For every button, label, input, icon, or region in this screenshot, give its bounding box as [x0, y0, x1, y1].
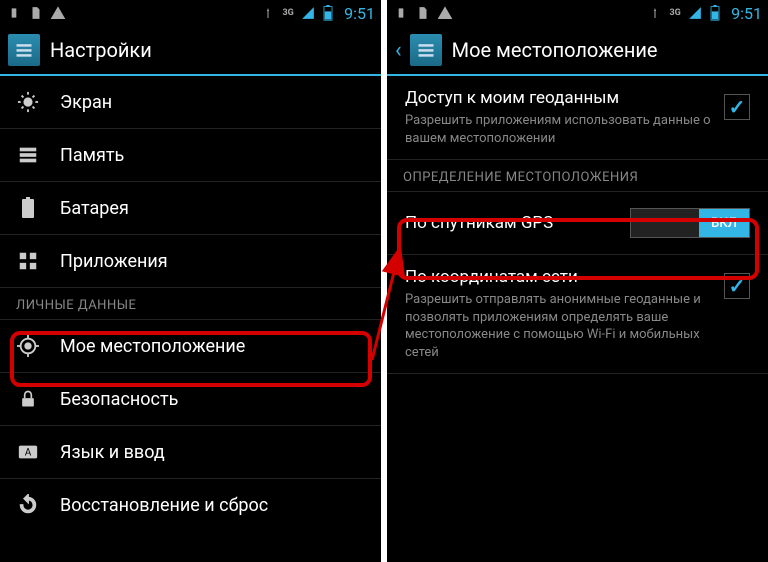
- checkbox-net[interactable]: ✓: [724, 273, 750, 299]
- status-bar: 3G 9:51: [0, 0, 381, 26]
- item-desc: Разрешить приложениям использовать данны…: [405, 112, 712, 147]
- location-list: Доступ к моим геоданным Разрешить прилож…: [387, 76, 768, 562]
- sim-icon: [415, 5, 431, 21]
- item-label: Безопасность: [60, 389, 178, 410]
- item-network-location[interactable]: По координатам сети Разрешить отправлять…: [387, 255, 768, 374]
- page-title: Настройки: [50, 38, 152, 62]
- item-title: Доступ к моим геоданным: [405, 88, 712, 108]
- signal-icon: [687, 5, 703, 21]
- phone-location: 3G 9:51 ‹ Мое местоположение Доступ к мо…: [387, 0, 768, 562]
- battery-icon: [16, 196, 40, 220]
- item-label: Мое местоположение: [60, 336, 245, 357]
- status-clock: 9:51: [731, 4, 762, 23]
- item-geo-access[interactable]: Доступ к моим геоданным Разрешить прилож…: [387, 76, 768, 160]
- storage-icon: [16, 143, 40, 167]
- battery-icon: [320, 5, 336, 21]
- item-label: Батарея: [60, 198, 129, 219]
- apps-icon: [16, 249, 40, 273]
- settings-icon[interactable]: [410, 34, 442, 66]
- item-storage[interactable]: Память: [0, 129, 381, 182]
- toggle-on-side: ВКЛ: [699, 209, 749, 237]
- usb-icon: [6, 5, 22, 21]
- header: Настройки: [0, 26, 381, 76]
- item-display[interactable]: Экран: [0, 76, 381, 129]
- section-location-detect: ОПРЕДЕЛЕНИЕ МЕСТОПОЛОЖЕНИЯ: [387, 160, 768, 192]
- battery-icon: [707, 5, 723, 21]
- antenna-icon: [260, 5, 276, 21]
- back-icon[interactable]: ‹: [395, 38, 402, 63]
- item-backup[interactable]: Восстановление и сброс: [0, 479, 381, 531]
- settings-icon: [8, 34, 40, 66]
- item-label: Экран: [60, 92, 112, 113]
- backup-icon: [16, 493, 40, 517]
- header: ‹ Мое местоположение: [387, 26, 768, 76]
- item-security[interactable]: Безопасность: [0, 373, 381, 426]
- item-label: По спутникам GPS: [405, 213, 620, 233]
- threeg-icon: 3G: [280, 5, 296, 21]
- item-gps[interactable]: По спутникам GPS ВКЛ: [387, 192, 768, 255]
- status-clock: 9:51: [344, 4, 375, 23]
- signal-icon: [300, 5, 316, 21]
- toggle-off-side: [631, 209, 699, 237]
- display-icon: [16, 90, 40, 114]
- item-battery[interactable]: Батарея: [0, 182, 381, 235]
- settings-list: Экран Память Батарея Приложения ЛИЧНЫЕ Д…: [0, 76, 381, 562]
- location-icon: [16, 334, 40, 358]
- warning-icon: [437, 5, 453, 21]
- warning-icon: [50, 5, 66, 21]
- status-bar: 3G 9:51: [387, 0, 768, 26]
- svg-text:A: A: [25, 448, 32, 459]
- item-label: Восстановление и сброс: [60, 495, 268, 516]
- check-icon: ✓: [729, 274, 746, 298]
- check-icon: ✓: [729, 95, 746, 119]
- language-icon: A: [16, 440, 40, 464]
- page-title: Мое местоположение: [452, 38, 658, 62]
- checkbox-geo[interactable]: ✓: [724, 94, 750, 120]
- threeg-icon: 3G: [667, 5, 683, 21]
- item-title: По координатам сети: [405, 267, 712, 287]
- section-personal: ЛИЧНЫЕ ДАННЫЕ: [0, 288, 381, 320]
- item-label: Память: [60, 145, 124, 166]
- sim-icon: [28, 5, 44, 21]
- usb-icon: [393, 5, 409, 21]
- item-label: Язык и ввод: [60, 442, 165, 463]
- antenna-icon: [647, 5, 663, 21]
- item-desc: Разрешить отправлять анонимные геоданные…: [405, 291, 712, 361]
- item-language[interactable]: A Язык и ввод: [0, 426, 381, 479]
- toggle-gps[interactable]: ВКЛ: [630, 208, 750, 238]
- phone-settings: 3G 9:51 Настройки Экран Память Батарея П…: [0, 0, 381, 562]
- item-location[interactable]: Мое местоположение: [0, 320, 381, 373]
- item-apps[interactable]: Приложения: [0, 235, 381, 288]
- item-label: Приложения: [60, 251, 168, 272]
- lock-icon: [16, 387, 40, 411]
